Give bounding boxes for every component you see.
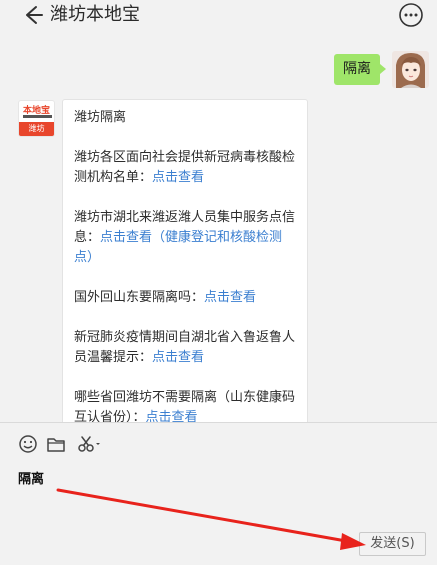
logo-sub: 潍坊 bbox=[19, 122, 54, 136]
anime-girl-avatar-icon bbox=[392, 51, 429, 88]
emoji-icon[interactable] bbox=[17, 434, 39, 454]
item-link[interactable]: 点击查看 bbox=[146, 410, 198, 422]
bot-avatar[interactable]: 本地宝 潍坊 bbox=[18, 100, 55, 137]
input-toolbar bbox=[0, 423, 437, 459]
list-item: 潍坊各区面向社会提供新冠病毒核酸检测机构名单：点击查看 bbox=[74, 148, 297, 188]
folder-icon[interactable] bbox=[45, 434, 67, 454]
back-arrow-icon[interactable] bbox=[20, 3, 44, 27]
chat-area[interactable]: 隔离 本地宝 潍坊 潍坊隔离 潍坊各区面向社会提供新冠病毒核酸检测机构名单：点击… bbox=[0, 32, 437, 422]
item-link[interactable]: 点击查看 bbox=[204, 290, 256, 305]
item-text: 国外回山东要隔离吗： bbox=[74, 290, 205, 305]
list-item: 新冠肺炎疫情期间自湖北省入鲁返鲁人员温馨提示：点击查看 bbox=[74, 328, 297, 368]
bot-message-bubble: 潍坊隔离 潍坊各区面向社会提供新冠病毒核酸检测机构名单：点击查看 潍坊市湖北来潍… bbox=[62, 99, 308, 422]
message-input[interactable]: 隔离 bbox=[18, 468, 44, 487]
scissors-icon[interactable] bbox=[76, 434, 102, 454]
send-button[interactable]: 发送(S) bbox=[359, 532, 426, 556]
item-link[interactable]: 点击查看（健康登记和核酸检测点） bbox=[74, 230, 282, 265]
self-message-bubble[interactable]: 隔离 bbox=[334, 54, 386, 85]
list-item: 哪些省回潍坊不需要隔离（山东健康码互认省份）：点击查看 bbox=[74, 388, 297, 422]
logo-divider bbox=[23, 115, 52, 118]
self-message-row: 隔离 bbox=[0, 51, 437, 91]
chat-header: 潍坊本地宝 bbox=[0, 0, 437, 32]
item-link[interactable]: 点击查看 bbox=[152, 170, 204, 185]
more-dots-icon[interactable] bbox=[398, 2, 424, 28]
item-link[interactable]: 点击查看 bbox=[152, 350, 204, 365]
list-item: 国外回山东要隔离吗：点击查看 bbox=[74, 288, 297, 308]
self-avatar[interactable] bbox=[392, 51, 429, 88]
chat-title: 潍坊本地宝 bbox=[50, 4, 140, 25]
bot-message-title: 潍坊隔离 bbox=[74, 110, 127, 125]
list-item: 潍坊市湖北来潍返潍人员集中服务点信息：点击查看（健康登记和核酸检测点） bbox=[74, 208, 297, 268]
